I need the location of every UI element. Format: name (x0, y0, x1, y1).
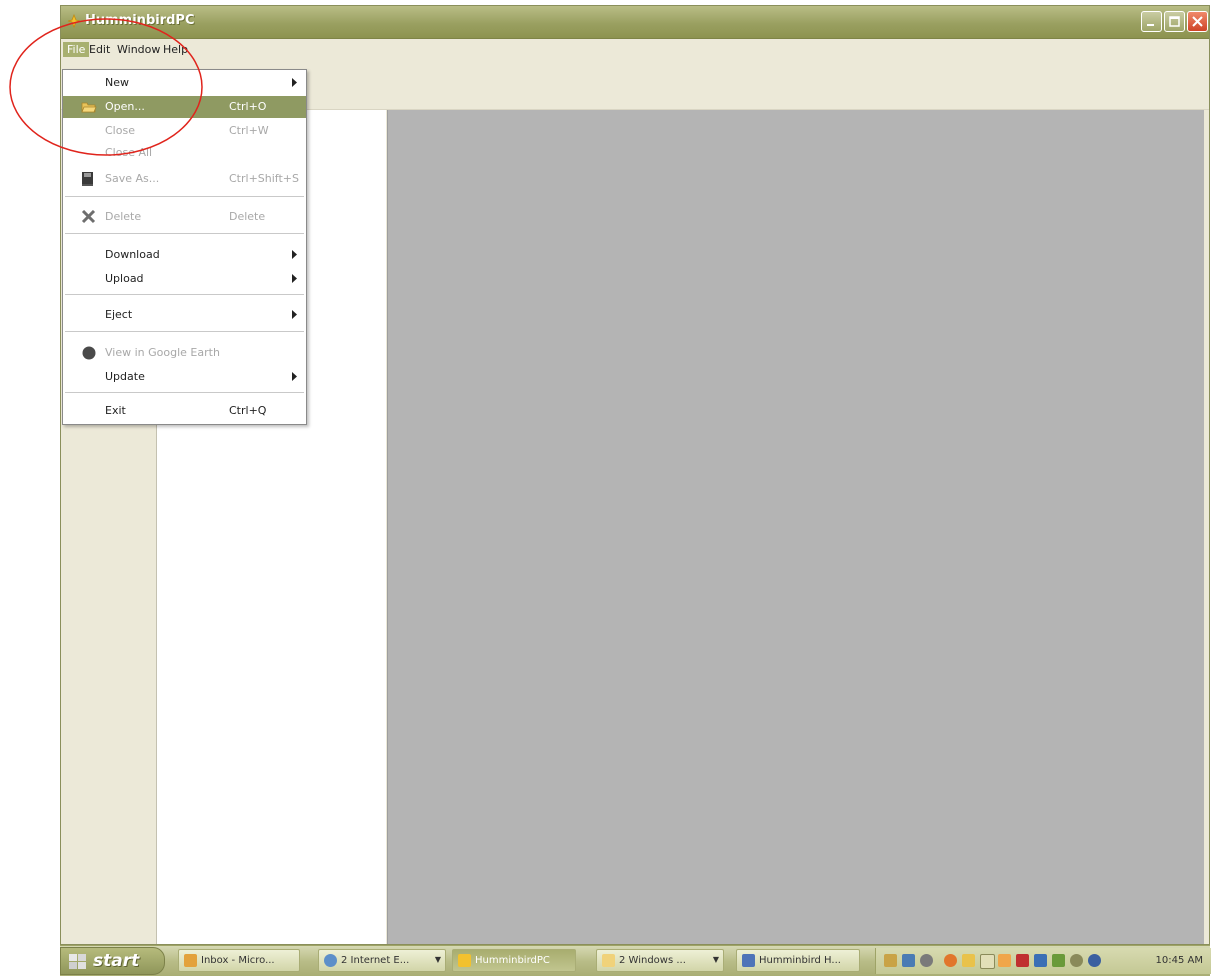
maximize-button[interactable] (1164, 11, 1185, 32)
taskbar-item-windows[interactable]: 2 Windows ... ▼ (596, 949, 724, 972)
taskbar-item-label: Inbox - Micro... (201, 955, 275, 966)
menu-separator (65, 233, 304, 234)
menu-item-update[interactable]: Update (63, 366, 306, 388)
tray-app-icon[interactable] (1016, 954, 1029, 967)
menu-item-close[interactable]: Close Ctrl+W (63, 120, 306, 142)
folder-open-icon (81, 102, 97, 113)
submenu-arrow-icon (292, 274, 297, 283)
menu-separator (65, 392, 304, 393)
menu-item-save-as[interactable]: Save As... Ctrl+Shift+S (63, 168, 306, 190)
save-icon (82, 172, 93, 186)
menu-separator (65, 196, 304, 197)
menu-item-close-shortcut: Ctrl+W (229, 124, 269, 137)
menu-item-download-label: Download (105, 248, 160, 261)
delete-x-icon (81, 210, 96, 224)
menu-item-open-shortcut: Ctrl+O (229, 100, 267, 113)
tray-app-icon[interactable] (1088, 954, 1101, 967)
taskbar-item-label: Humminbird H... (759, 955, 841, 966)
menu-separator (65, 331, 304, 332)
taskbar-item-humminbird[interactable]: HumminbirdPC (452, 949, 576, 972)
menu-item-open[interactable]: Open... Ctrl+O (63, 96, 306, 118)
menu-item-download[interactable]: Download (63, 244, 306, 266)
internet-explorer-icon (324, 954, 337, 967)
humminbird-app-icon (67, 14, 81, 28)
tray-app-icon[interactable] (980, 954, 995, 969)
window-title: HumminbirdPC (85, 13, 195, 28)
windows-logo-icon (69, 954, 86, 969)
menu-item-delete-label: Delete (105, 210, 142, 223)
menu-item-save-as-label: Save As... (105, 172, 160, 185)
menu-item-google-earth[interactable]: View in Google Earth (63, 342, 306, 364)
menu-item-open-label: Open... (105, 100, 145, 113)
menu-item-close-all-label: Close All (105, 146, 153, 159)
menu-item-upload-label: Upload (105, 272, 144, 285)
chevron-down-icon: ▼ (712, 955, 719, 964)
workspace-area (387, 110, 1204, 944)
menu-item-eject[interactable]: Eject (63, 304, 306, 326)
tray-app-icon[interactable] (998, 954, 1011, 967)
menu-item-close-all[interactable]: Close All (63, 142, 306, 164)
tray-app-icon[interactable] (962, 954, 975, 967)
tray-app-icon[interactable] (944, 954, 957, 967)
tray-app-icon[interactable] (1052, 954, 1065, 967)
close-icon (1192, 16, 1203, 27)
clock: 10:45 AM (1155, 955, 1203, 966)
submenu-arrow-icon (292, 78, 297, 87)
menu-item-update-label: Update (105, 370, 145, 383)
submenu-arrow-icon (292, 310, 297, 319)
taskbar-item-label: 2 Internet E... (341, 955, 410, 966)
taskbar-item-inbox[interactable]: Inbox - Micro... (178, 949, 300, 972)
start-label: start (93, 951, 140, 971)
submenu-arrow-icon (292, 372, 297, 381)
menu-item-google-earth-label: View in Google Earth (105, 346, 220, 359)
folder-icon (602, 954, 615, 967)
close-button[interactable] (1187, 11, 1208, 32)
menu-edit[interactable]: Edit (85, 42, 114, 57)
menu-item-save-as-shortcut: Ctrl+Shift+S (229, 172, 299, 185)
taskbar-item-humminbird-doc[interactable]: Humminbird H... (736, 949, 860, 972)
tray-network-icon[interactable] (1070, 954, 1083, 967)
menu-item-exit-label: Exit (105, 404, 126, 417)
tray-speaker-icon[interactable] (920, 954, 933, 967)
menu-item-eject-label: Eject (105, 308, 133, 321)
menu-item-exit-shortcut: Ctrl+Q (229, 404, 267, 417)
menu-help[interactable]: Help (159, 42, 192, 57)
globe-icon (82, 346, 96, 360)
menu-item-delete-shortcut: Delete (229, 210, 266, 223)
chevron-down-icon: ▼ (434, 955, 441, 964)
title-bar[interactable]: HumminbirdPC (61, 6, 1209, 39)
start-button[interactable]: start (60, 947, 165, 975)
menu-item-close-label: Close (105, 124, 135, 137)
menu-bar: File Edit Window Help (61, 39, 1209, 61)
taskbar-item-label: HumminbirdPC (475, 955, 550, 966)
tray-pen-icon[interactable] (884, 954, 897, 967)
minimize-button[interactable] (1141, 11, 1162, 32)
humminbird-app-icon (458, 954, 471, 967)
menu-item-exit[interactable]: Exit Ctrl+Q (63, 400, 306, 422)
file-menu-dropdown: New Open... Ctrl+O Close Ctrl+W Close Al… (62, 69, 307, 425)
taskbar-item-internet[interactable]: 2 Internet E... ▼ (318, 949, 446, 972)
system-tray: 10:45 AM (875, 948, 1211, 974)
submenu-arrow-icon (292, 250, 297, 259)
taskbar-item-label: 2 Windows ... (619, 955, 686, 966)
tray-monitor-icon[interactable] (902, 954, 915, 967)
menu-item-new-label: New (105, 76, 129, 89)
menu-window[interactable]: Window (113, 42, 164, 57)
menu-item-delete[interactable]: Delete Delete (63, 206, 306, 228)
menu-item-upload[interactable]: Upload (63, 268, 306, 290)
minimize-icon (1147, 24, 1154, 26)
taskbar: start Inbox - Micro... 2 Internet E... ▼… (60, 945, 1211, 976)
tray-app-icon[interactable] (1034, 954, 1047, 967)
word-document-icon (742, 954, 755, 967)
menu-item-new[interactable]: New (63, 72, 306, 94)
menu-separator (65, 294, 304, 295)
maximize-icon (1169, 16, 1180, 27)
outlook-icon (184, 954, 197, 967)
